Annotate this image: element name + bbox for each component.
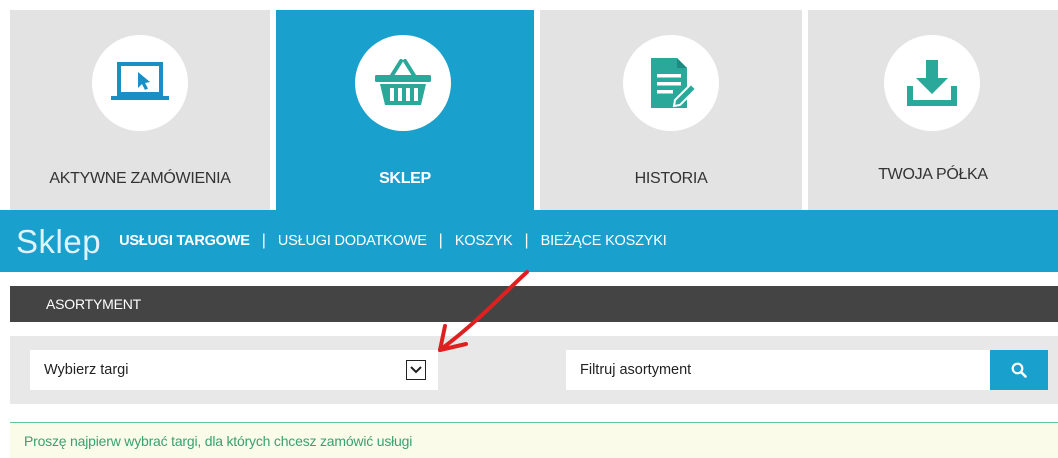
fair-select[interactable]: Wybierz targi — [30, 350, 438, 390]
subnav-title: Sklep — [16, 222, 102, 260]
select-arrow[interactable] — [406, 360, 426, 380]
fair-select-value: Wybierz targi — [44, 362, 129, 378]
tab-icon-circle — [623, 35, 719, 131]
section-title: ASORTYMENT — [46, 296, 141, 312]
laptop-cursor-icon — [111, 62, 169, 100]
tab-my-shelf[interactable]: TWOJA PÓŁKA — [808, 10, 1058, 210]
subnav-link-fair-services[interactable]: USŁUGI TARGOWE — [119, 233, 250, 249]
tab-history[interactable]: HISTORIA — [540, 10, 802, 210]
subnav-link-cart[interactable]: KOSZYK — [455, 233, 513, 249]
section-header: ASORTYMENT — [10, 286, 1058, 322]
search-button[interactable] — [990, 350, 1048, 390]
document-edit-icon — [651, 58, 698, 108]
shop-subnav: Sklep USŁUGI TARGOWE | USŁUGI DODATKOWE … — [0, 210, 1058, 272]
subnav-link-additional-services[interactable]: USŁUGI DODATKOWE — [278, 233, 427, 249]
tab-label: SKLEP — [379, 170, 431, 187]
main-tabs: AKTYWNE ZAMÓWIENIA SKLEP HISTORIA TWOJA … — [0, 0, 1058, 210]
tab-label: HISTORIA — [634, 170, 708, 187]
subnav-separator: | — [524, 232, 529, 249]
download-icon — [907, 60, 957, 106]
tab-active-orders[interactable]: AKTYWNE ZAMÓWIENIA — [10, 10, 270, 210]
filter-bar: Wybierz targi — [10, 336, 1058, 404]
tab-label: AKTYWNE ZAMÓWIENIA — [49, 170, 231, 187]
filter-assortment-input[interactable] — [566, 350, 1000, 390]
tab-label: TWOJA PÓŁKA — [878, 166, 988, 183]
chevron-down-icon — [410, 366, 422, 374]
subnav-separator: | — [261, 232, 266, 249]
info-notice: Proszę najpierw wybrać targi, dla któryc… — [10, 422, 1058, 458]
tab-icon-circle — [884, 35, 980, 131]
basket-icon — [375, 59, 431, 105]
tab-shop[interactable]: SKLEP — [276, 10, 534, 210]
tab-icon-circle — [355, 35, 451, 131]
subnav-separator: | — [438, 232, 443, 249]
notice-text: Proszę najpierw wybrać targi, dla któryc… — [24, 432, 413, 449]
subnav-link-current-carts[interactable]: BIEŻĄCE KOSZYKI — [541, 233, 667, 249]
tab-icon-circle — [92, 35, 188, 131]
search-icon — [1011, 362, 1027, 378]
